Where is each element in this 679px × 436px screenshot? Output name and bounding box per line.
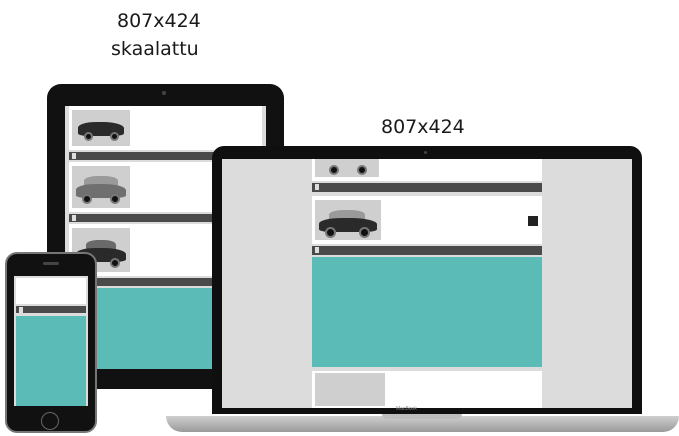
car-image — [315, 373, 385, 406]
save-checkbox[interactable] — [72, 215, 76, 221]
dealer-badge — [528, 216, 538, 226]
price-bar — [312, 183, 542, 192]
home-button-icon[interactable] — [41, 412, 59, 430]
car-image — [315, 200, 381, 240]
tablet-scaled-label: skaalattu — [111, 38, 199, 60]
price-bar — [16, 306, 86, 313]
listing-card[interactable] — [312, 196, 542, 244]
camera-icon — [424, 151, 427, 154]
phone-screen — [14, 276, 88, 406]
car-image — [72, 166, 130, 208]
car-image — [315, 159, 379, 177]
car-image — [72, 110, 130, 146]
ad-placeholder[interactable] — [16, 316, 86, 406]
save-checkbox[interactable] — [315, 247, 319, 253]
laptop-notch — [382, 414, 462, 419]
save-checkbox[interactable] — [315, 184, 319, 190]
laptop-brand-label: MacBook — [396, 406, 417, 412]
listing-card[interactable] — [16, 278, 86, 304]
save-checkbox[interactable] — [19, 307, 23, 313]
ad-placeholder[interactable] — [312, 257, 542, 367]
speaker-grille — [43, 262, 59, 265]
listing-card[interactable] — [69, 106, 262, 150]
laptop-device — [212, 146, 642, 414]
laptop-size-label: 807x424 — [381, 116, 465, 138]
camera-icon — [162, 91, 166, 95]
save-checkbox[interactable] — [72, 153, 76, 159]
price-bar — [312, 246, 542, 255]
listing-card[interactable] — [312, 371, 542, 408]
phone-device — [5, 252, 97, 433]
laptop-screen — [222, 159, 632, 408]
listing-card[interactable] — [312, 159, 542, 181]
tablet-size-label: 807x424 — [117, 10, 201, 32]
